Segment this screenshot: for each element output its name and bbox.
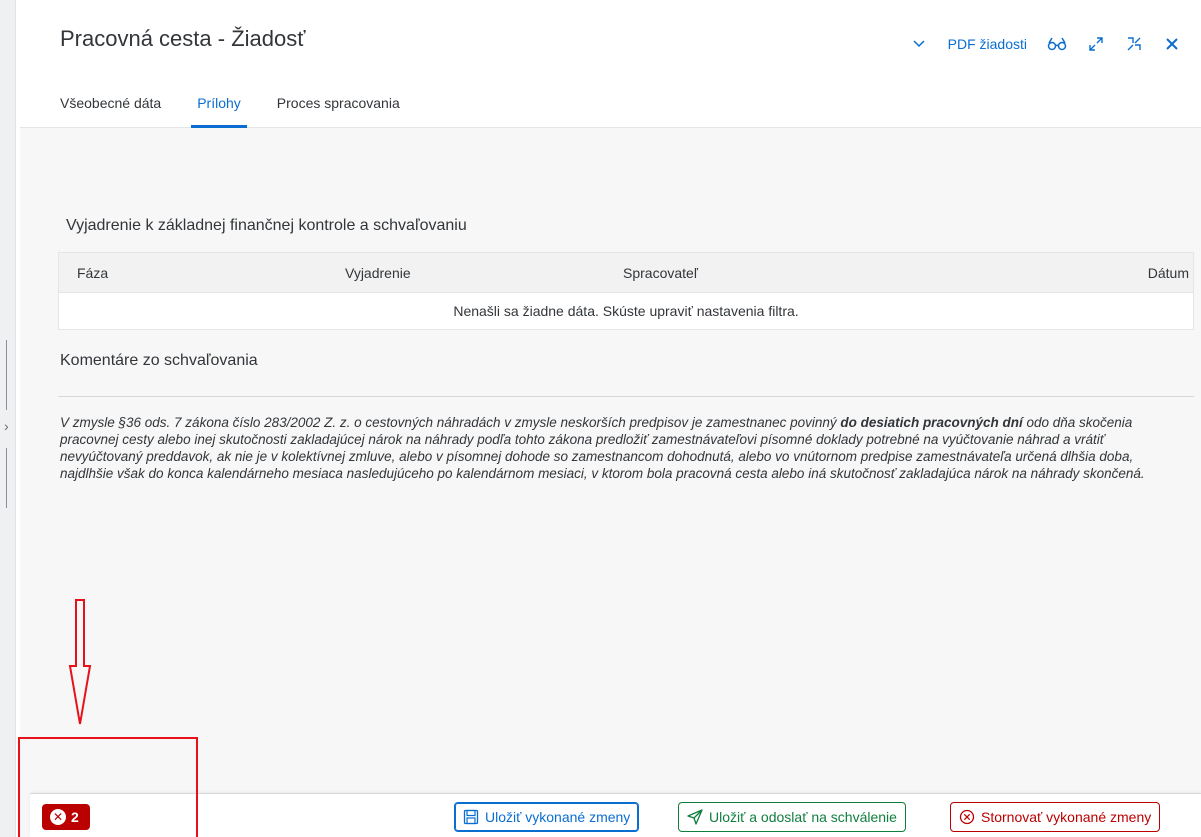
column-header-processor[interactable]: Spracovateľ (623, 265, 698, 281)
dialog: Pracovná cesta - Žiadosť PDF žiadosti Vš… (20, 0, 1201, 837)
legal-notice: V zmysle §36 ods. 7 zákona číslo 283/200… (60, 414, 1180, 482)
tab-processing[interactable]: Proces spracovania (259, 94, 418, 128)
save-button[interactable]: Uložiť vykonané zmeny (454, 802, 640, 832)
glasses-icon (1047, 37, 1067, 51)
expand-icon (1089, 37, 1103, 51)
exit-fullscreen-button[interactable] (1117, 30, 1151, 58)
close-button[interactable] (1155, 30, 1189, 58)
dropdown-button[interactable] (902, 30, 936, 58)
cancel-changes-button[interactable]: Stornovať vykonané zmeny (950, 802, 1161, 832)
send-icon (687, 809, 703, 825)
column-header-statement[interactable]: Vyjadrenie (345, 265, 411, 281)
control-section-title: Vyjadrenie k základnej finančnej kontrol… (66, 217, 467, 234)
table-header: Fáza Vyjadrenie Spracovateľ Dátum (59, 253, 1193, 293)
cancel-changes-label: Stornovať vykonané zmeny (981, 809, 1152, 825)
header-actions: PDF žiadosti (902, 30, 1189, 58)
chevron-right-icon[interactable]: › (4, 418, 14, 434)
annotation-box (18, 737, 198, 837)
control-table: Fáza Vyjadrenie Spracovateľ Dátum Nenašl… (58, 252, 1194, 330)
cancel-circle-icon (959, 809, 975, 825)
tab-attachments[interactable]: Prílohy (179, 94, 259, 128)
save-and-send-button[interactable]: Uložiť a odoslať na schválenie (678, 802, 906, 832)
section-divider (58, 396, 1194, 397)
annotation-arrow (68, 599, 92, 725)
fullscreen-button[interactable] (1079, 30, 1113, 58)
rail-divider (6, 448, 7, 508)
close-icon (1166, 38, 1178, 50)
chevron-down-icon (913, 40, 925, 48)
column-header-phase[interactable]: Fáza (77, 265, 108, 281)
preview-button[interactable] (1039, 30, 1075, 58)
rail-divider (6, 340, 7, 410)
table-empty-message: Nenašli sa žiadne dáta. Skúste upraviť n… (453, 303, 799, 319)
tab-general-data[interactable]: Všeobecné dáta (60, 94, 179, 128)
legal-text-bold: do desiatich pracovných dní (840, 415, 1023, 430)
save-and-send-label: Uložiť a odoslať na schválenie (709, 809, 897, 825)
collapse-icon (1127, 37, 1141, 51)
comments-section-title: Komentáre zo schvaľovania (60, 352, 258, 369)
page-title: Pracovná cesta - Žiadosť (60, 26, 306, 51)
column-header-date[interactable]: Dátum (1148, 265, 1189, 281)
save-icon (463, 809, 479, 825)
pdf-button[interactable]: PDF žiadosti (940, 30, 1035, 58)
left-rail: › (0, 0, 16, 837)
legal-text-part1: V zmysle §36 ods. 7 zákona číslo 283/200… (60, 415, 841, 430)
tab-bar: Všeobecné dáta Prílohy Proces spracovani… (60, 94, 418, 128)
dialog-header: Pracovná cesta - Žiadosť PDF žiadosti Vš… (20, 0, 1201, 128)
save-button-label: Uložiť vykonané zmeny (485, 809, 631, 825)
footer-toolbar: ✕ 2 Uložiť vykonané zmeny Uložiť a odosl… (30, 793, 1201, 837)
